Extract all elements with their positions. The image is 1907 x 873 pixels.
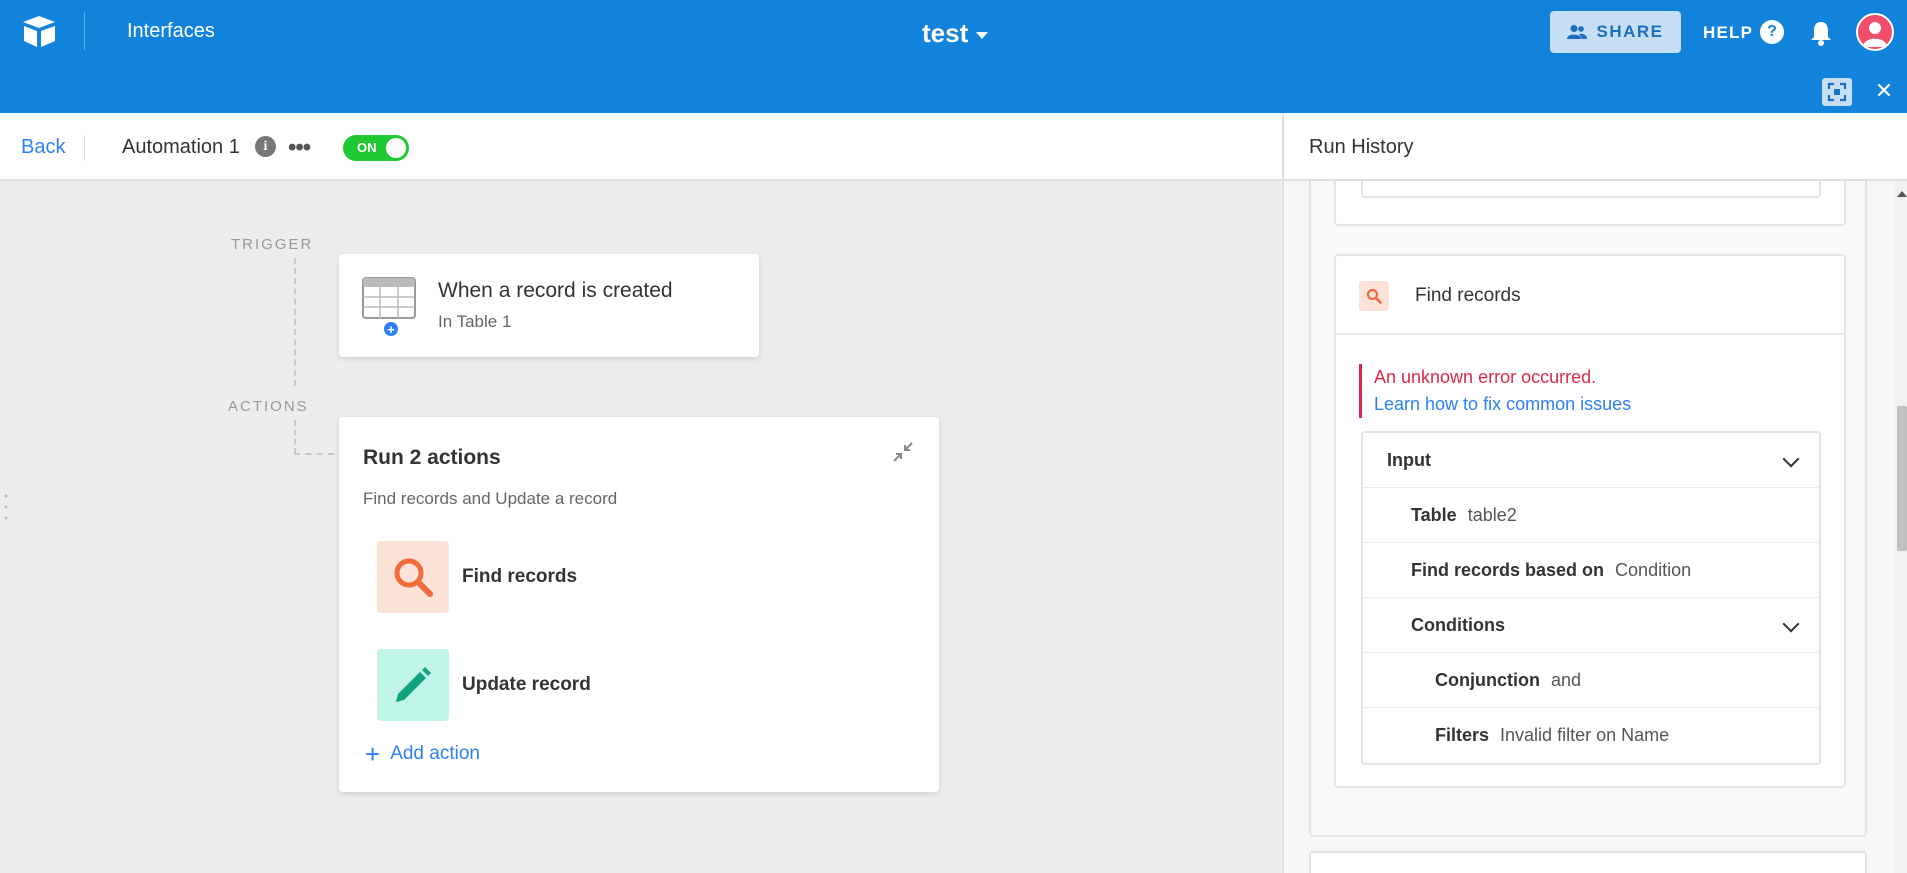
resize-handle-icon[interactable] (4, 492, 8, 522)
row-key: Find records based on (1411, 559, 1605, 580)
info-icon[interactable]: i (255, 136, 276, 157)
search-icon (1366, 288, 1382, 304)
more-options-icon[interactable]: ••• (288, 134, 311, 162)
expand-icon[interactable] (1822, 78, 1852, 106)
scroll-thumb[interactable] (1897, 406, 1907, 551)
base-title: test (922, 18, 969, 48)
avatar[interactable] (1856, 13, 1894, 51)
plus-icon: + (365, 739, 381, 769)
actions-section-label: ACTIONS (228, 398, 309, 415)
connector-line (294, 420, 296, 454)
input-row[interactable]: Input (1363, 433, 1819, 488)
next-run-entry (1309, 851, 1867, 873)
help-button[interactable]: HELP (1703, 23, 1753, 43)
top-bar: Interfaces test SHARE HELP ? ✕ (0, 0, 1907, 113)
row-value: Condition (1615, 559, 1692, 580)
table-row: Conjunction and (1363, 653, 1819, 708)
actions-card[interactable]: Run 2 actions Find records and Update a … (339, 417, 939, 792)
actions-subtitle: Find records and Update a record (363, 489, 618, 508)
toggle-knob (386, 138, 406, 158)
run-history-panel: Run History Find records An unknown erro… (1282, 113, 1907, 873)
input-details: Input Table table2 Find records based on… (1361, 431, 1821, 765)
row-key: Conjunction (1435, 669, 1540, 690)
help-link[interactable]: Learn how to fix common issues (1374, 391, 1819, 418)
share-users-icon (1567, 25, 1588, 39)
run-history-body[interactable]: Find records An unknown error occurred. … (1284, 143, 1907, 873)
table-row: Filters Invalid filter on Name (1363, 708, 1819, 763)
connector-line (294, 258, 296, 386)
avatar-icon (1863, 22, 1887, 47)
find-records-step: Find records An unknown error occurred. … (1334, 254, 1846, 788)
back-link[interactable]: Back (21, 136, 65, 159)
step-icon (1359, 281, 1389, 311)
add-action-button[interactable]: + Add action (365, 739, 480, 769)
run-history-header: Run History (1284, 113, 1907, 181)
trigger-section-label: TRIGGER (231, 236, 314, 253)
row-value: and (1550, 669, 1582, 690)
search-icon (394, 558, 433, 597)
close-icon[interactable]: ✕ (1873, 80, 1895, 102)
scroll-up-icon[interactable] (1897, 191, 1907, 197)
step-title: Find records (1415, 285, 1521, 306)
header-divider (84, 135, 85, 161)
actions-title: Run 2 actions (363, 446, 501, 469)
help-icon[interactable]: ? (1760, 20, 1784, 44)
row-value: table2 (1467, 504, 1517, 525)
airtable-logo-icon[interactable] (20, 14, 58, 50)
find-records-action[interactable]: Find records (462, 566, 577, 588)
update-record-action[interactable]: Update record (462, 674, 591, 696)
interfaces-tab[interactable]: Interfaces (127, 20, 215, 43)
conditions-row[interactable]: Conditions (1363, 598, 1819, 653)
trigger-card[interactable]: + When a record is created In Table 1 (339, 254, 759, 357)
share-button[interactable]: SHARE (1550, 11, 1681, 53)
table-row: Table table2 (1363, 488, 1819, 543)
scrollbar[interactable] (1894, 181, 1907, 873)
automation-header: Back Automation 1 i ••• ON (0, 113, 1282, 181)
row-key: Conditions (1411, 614, 1505, 635)
topbar-divider (84, 12, 85, 50)
trigger-subtitle: In Table 1 (438, 312, 512, 331)
table-row: Find records based on Condition (1363, 543, 1819, 598)
share-label: SHARE (1596, 22, 1664, 41)
collapse-icon[interactable] (892, 441, 914, 463)
chevron-down-icon[interactable] (1782, 450, 1800, 468)
connector-line (294, 453, 334, 455)
add-badge-icon: + (383, 321, 399, 337)
run-history-title: Run History (1309, 136, 1414, 158)
find-records-tile[interactable] (377, 541, 449, 613)
row-key: Filters (1435, 725, 1490, 745)
add-action-label: Add action (390, 743, 480, 764)
automation-on-toggle[interactable]: ON (343, 135, 409, 161)
toggle-label: ON (357, 140, 377, 155)
chevron-down-icon[interactable] (1782, 615, 1800, 633)
row-key: Table (1411, 504, 1457, 525)
error-message: An unknown error occurred. Learn how to … (1359, 364, 1819, 418)
row-value: Invalid filter on Name (1500, 725, 1670, 745)
base-title-menu[interactable]: test (922, 18, 989, 49)
automation-name[interactable]: Automation 1 (122, 136, 240, 159)
trigger-title: When a record is created (438, 279, 673, 302)
bell-icon[interactable] (1808, 19, 1834, 47)
step-header[interactable]: Find records (1336, 256, 1844, 335)
row-key: Input (1387, 449, 1431, 470)
caret-down-icon (976, 31, 989, 39)
pencil-icon (396, 667, 431, 702)
update-record-tile[interactable] (377, 649, 449, 721)
error-text: An unknown error occurred. (1374, 367, 1597, 387)
table-icon (362, 277, 416, 319)
